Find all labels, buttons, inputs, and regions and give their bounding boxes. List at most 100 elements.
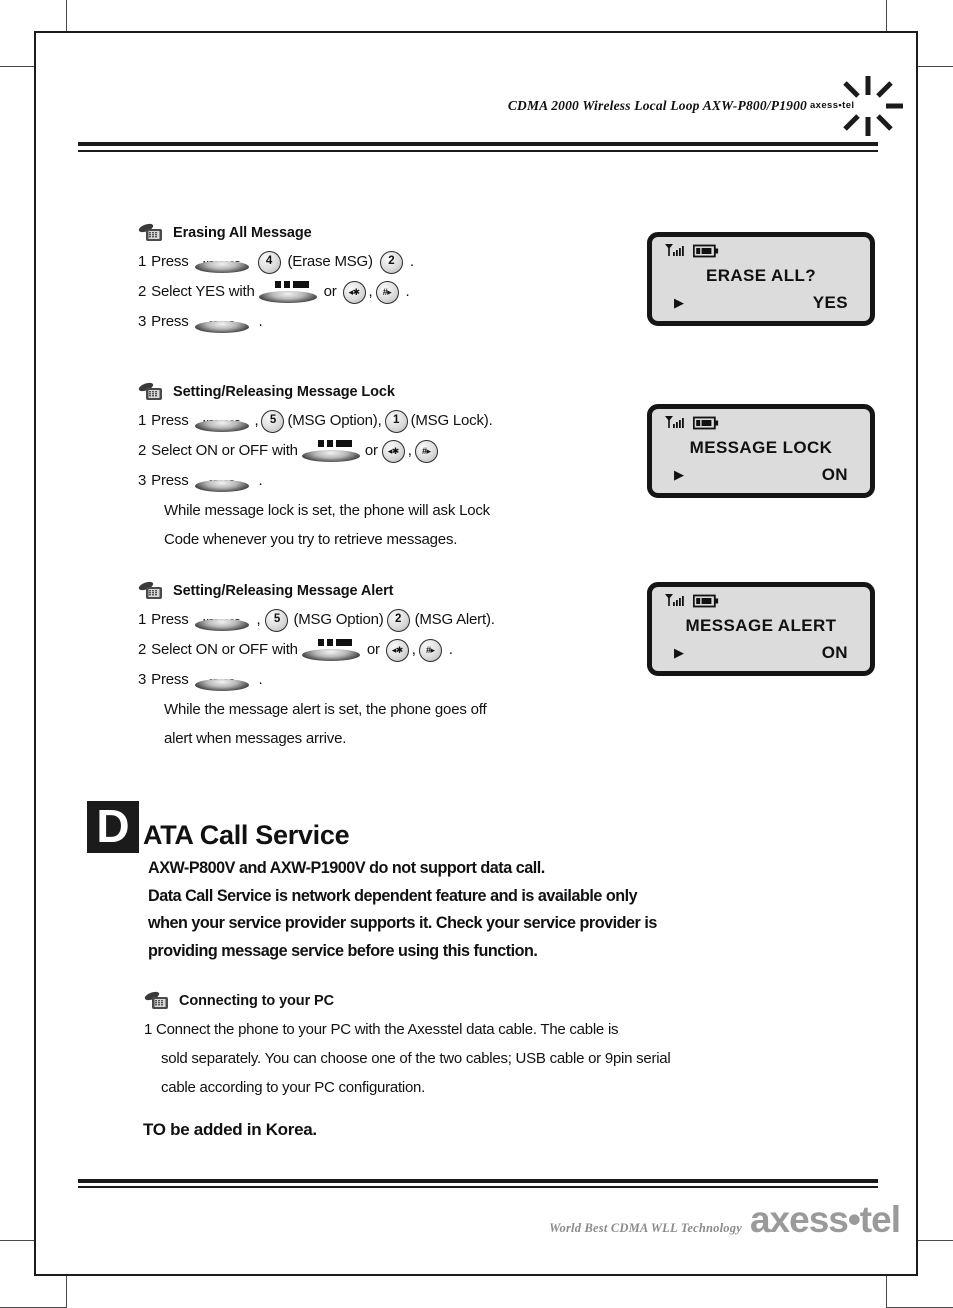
step-row: 2 Select YES with or ◂✱ , #▸ . [138, 277, 414, 307]
data-call-intro: AXW-P800V and AXW-P1900V do not support … [148, 854, 870, 964]
lcd-status-icons [664, 415, 719, 430]
korea-note: TO be added in Korea. [143, 1120, 317, 1139]
section-connecting-to-pc: Connecting to your PC 1 Connect the phon… [144, 991, 671, 1102]
hash-key[interactable]: #▸ [375, 280, 399, 304]
section-heading: Connecting to your PC [144, 991, 670, 1011]
step-number: 2 [138, 641, 147, 658]
store-key[interactable]: STORE [193, 668, 251, 692]
navigation-key-body [301, 450, 360, 462]
step-text-msg-option: (MSG Option) [293, 611, 384, 628]
section-title: Erasing All Message [173, 225, 312, 241]
store-key[interactable]: STORE [193, 310, 251, 334]
signal-strength-icon [665, 244, 684, 256]
desk-phone-icon [138, 223, 162, 241]
step-number: 2 [138, 442, 147, 459]
lcd-cursor-arrow: ▶ [674, 295, 684, 310]
step-text-msg-option: (MSG Option), [287, 412, 382, 429]
lcd-line-1: ERASE ALL? [705, 266, 817, 285]
numeric-key-5[interactable]: 5 [265, 608, 289, 632]
step-text-or: or [366, 641, 380, 658]
step-text-or: or [364, 442, 378, 459]
step-text: Press [151, 472, 189, 489]
message-key-body [194, 420, 249, 432]
star-key[interactable]: ◂✱ [385, 638, 409, 662]
message-key-body [194, 261, 249, 273]
step-text: Select ON or OFF with [151, 641, 298, 658]
navigation-key[interactable] [301, 439, 360, 463]
step-period: . [258, 472, 263, 489]
step-number: 2 [138, 283, 147, 300]
message-key[interactable]: MESSAGE [193, 250, 251, 274]
lcd-line-2: ▶ ON [652, 465, 870, 485]
lcd-status-icons [664, 593, 719, 608]
comma: , [407, 442, 412, 459]
step-number: 3 [138, 313, 147, 330]
heading-rest: ATA Call Service [143, 820, 350, 850]
section-heading: Erasing All Message [138, 223, 414, 243]
step-row: 3 Press STORE . [138, 665, 495, 695]
desk-phone-icon [144, 991, 168, 1009]
step-number: 1 [138, 611, 147, 628]
step-row: 1 Press MESSAGE , 5 (MSG Option) 2 (MSG … [138, 605, 495, 635]
step-text: Select ON or OFF with [151, 442, 298, 459]
section-message-alert: Setting/Releasing Message Alert 1 Press … [138, 581, 495, 753]
comma: , [411, 641, 416, 658]
step-text-msg-alert: (MSG Alert). [414, 611, 495, 628]
star-key[interactable]: ◂✱ [381, 439, 405, 463]
page-frame: CDMA 2000 Wireless Local Loop AXW-P800/P… [34, 31, 918, 1276]
step-text: Select YES with [151, 283, 255, 300]
lcd-line-1: MESSAGE LOCK [689, 438, 833, 457]
navigation-key[interactable] [301, 638, 360, 662]
message-key[interactable]: MESSAGE [193, 608, 251, 632]
lcd-display-erase-all: ERASE ALL? ▶ YES [647, 232, 875, 326]
lcd-display-message-lock: MESSAGE LOCK ▶ ON [647, 404, 875, 498]
step-number: 1 [138, 253, 147, 270]
step-number: 3 [138, 472, 147, 489]
numeric-key-1[interactable]: 1 [384, 409, 408, 433]
desk-phone-icon [138, 581, 162, 599]
numeric-key-4[interactable]: 4 [257, 250, 281, 274]
numeric-key-2[interactable]: 2 [386, 608, 410, 632]
step-text: Press [151, 253, 189, 270]
lcd-status-icons [664, 243, 719, 258]
lcd-line-1: MESSAGE ALERT [685, 616, 837, 635]
navigation-key[interactable] [258, 280, 317, 304]
step-period: . [258, 313, 263, 330]
page-footer: World Best CDMA WLL Technology axess•tel [549, 1199, 901, 1240]
step-text-or: or [323, 283, 337, 300]
page-content: Erasing All Message 1 Press MESSAGE 4 (E… [36, 33, 920, 1278]
navigation-key-dashes [317, 440, 352, 447]
hash-key[interactable]: #▸ [418, 638, 442, 662]
lcd-value: ON [821, 643, 848, 662]
section-note-line: Code whenever you try to retrieve messag… [164, 531, 458, 548]
step-row: 2 Select ON or OFF with or ◂✱ , #▸ . [138, 635, 495, 665]
step-text: Press [151, 313, 189, 330]
intro-line: AXW-P800V and AXW-P1900V do not support … [148, 858, 545, 877]
battery-icon [693, 594, 719, 607]
step-row: 1 Press MESSAGE 4 (Erase MSG) 2 . [138, 247, 414, 277]
navigation-key-body [301, 649, 360, 661]
lcd-line-2: ▶ ON [652, 643, 870, 663]
section-heading: Setting/Releasing Message Lock [138, 382, 493, 402]
footer-rule-thin [78, 1186, 878, 1188]
store-key[interactable]: STORE [193, 469, 251, 493]
step-text: Press [151, 611, 189, 628]
intro-line: providing message service before using t… [148, 940, 538, 960]
footer-tagline: World Best CDMA WLL Technology [549, 1221, 742, 1235]
hash-key[interactable]: #▸ [414, 439, 438, 463]
numeric-key-2[interactable]: 2 [379, 250, 403, 274]
numeric-key-5[interactable]: 5 [261, 409, 285, 433]
comma: , [256, 611, 261, 628]
navigation-key-dashes [274, 281, 309, 288]
step-text: Press [151, 671, 189, 688]
message-key[interactable]: MESSAGE [193, 409, 251, 433]
message-key-body [194, 619, 249, 631]
step-period: . [405, 283, 410, 300]
step-text-msg-lock: (MSG Lock). [410, 412, 493, 429]
lcd-line-2: ▶ YES [652, 293, 870, 313]
comma: , [254, 412, 259, 429]
footer-logo: axess•tel [749, 1199, 901, 1240]
star-key[interactable]: ◂✱ [342, 280, 366, 304]
navigation-key-dashes [317, 639, 352, 646]
lcd-value: YES [812, 293, 848, 312]
